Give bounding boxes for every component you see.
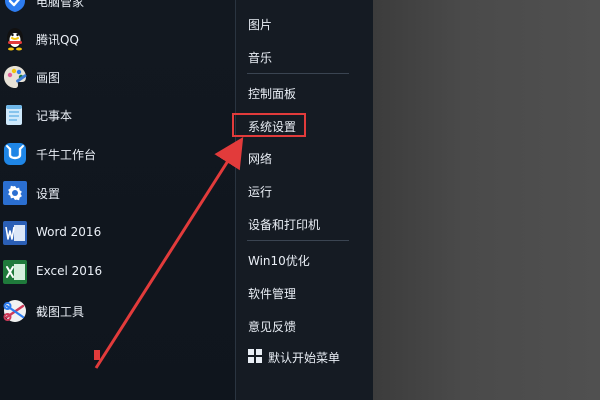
menu-item-feedback[interactable]: 意见反馈 xyxy=(248,318,296,335)
menu-item-pictures[interactable]: 图片 xyxy=(248,16,272,33)
menu-item-default-start-menu[interactable]: 默认开始菜单 xyxy=(268,349,340,366)
menu-separator xyxy=(247,73,349,74)
app-item-excel[interactable]: Excel 2016 xyxy=(0,257,230,291)
gear-icon xyxy=(0,178,30,208)
menu-item-devices-printers[interactable]: 设备和打印机 xyxy=(248,216,320,233)
scissors-icon xyxy=(0,296,30,326)
qq-penguin-icon xyxy=(0,24,30,54)
excel-icon xyxy=(0,257,30,287)
app-label: Word 2016 xyxy=(36,225,102,239)
app-label: 记事本 xyxy=(36,109,73,123)
qianniu-icon xyxy=(0,139,30,169)
paint-palette-icon xyxy=(0,62,30,92)
menu-item-run[interactable]: 运行 xyxy=(248,183,272,200)
menu-item-music[interactable]: 音乐 xyxy=(248,49,272,66)
app-item-word[interactable]: Word 2016 xyxy=(0,218,230,252)
app-label: 电脑管家 xyxy=(36,0,85,9)
app-label: 画图 xyxy=(36,71,61,85)
menu-item-network[interactable]: 网络 xyxy=(248,150,272,167)
highlight-box-system-settings xyxy=(232,113,306,137)
app-item-pc-manager[interactable]: 电脑管家 xyxy=(0,0,230,20)
shield-icon xyxy=(0,0,30,16)
app-item-qq[interactable]: 腾讯QQ xyxy=(0,24,230,58)
start-menu-links: 图片 音乐 控制面板 系统设置 网络 运行 设备和打印机 Win10优化 软件管… xyxy=(235,0,374,400)
app-label: 千牛工作台 xyxy=(36,148,97,162)
app-label: Excel 2016 xyxy=(36,264,103,278)
app-label: 截图工具 xyxy=(36,305,85,319)
app-item-qianniu[interactable]: 千牛工作台 xyxy=(0,139,230,173)
desktop-background xyxy=(373,0,600,400)
menu-item-win10-optimize[interactable]: Win10优化 xyxy=(248,252,310,269)
app-item-paint[interactable]: 画图 xyxy=(0,62,230,96)
app-item-settings[interactable]: 设置 xyxy=(0,178,230,212)
menu-item-software-management[interactable]: 软件管理 xyxy=(248,285,296,302)
menu-separator xyxy=(247,240,349,241)
word-icon xyxy=(0,218,30,248)
menu-item-control-panel[interactable]: 控制面板 xyxy=(248,85,296,102)
windows-icon xyxy=(248,348,262,363)
app-item-snipping-tool[interactable]: 截图工具 xyxy=(0,296,230,330)
app-label: 腾讯QQ xyxy=(36,33,79,47)
start-menu-app-list: 电脑管家 腾讯QQ 画图 记事本 千牛工作台 设置 Word 2016 Exce… xyxy=(0,0,235,400)
notepad-icon xyxy=(0,100,30,130)
app-label: 设置 xyxy=(36,187,61,201)
app-item-notepad[interactable]: 记事本 xyxy=(0,100,230,134)
